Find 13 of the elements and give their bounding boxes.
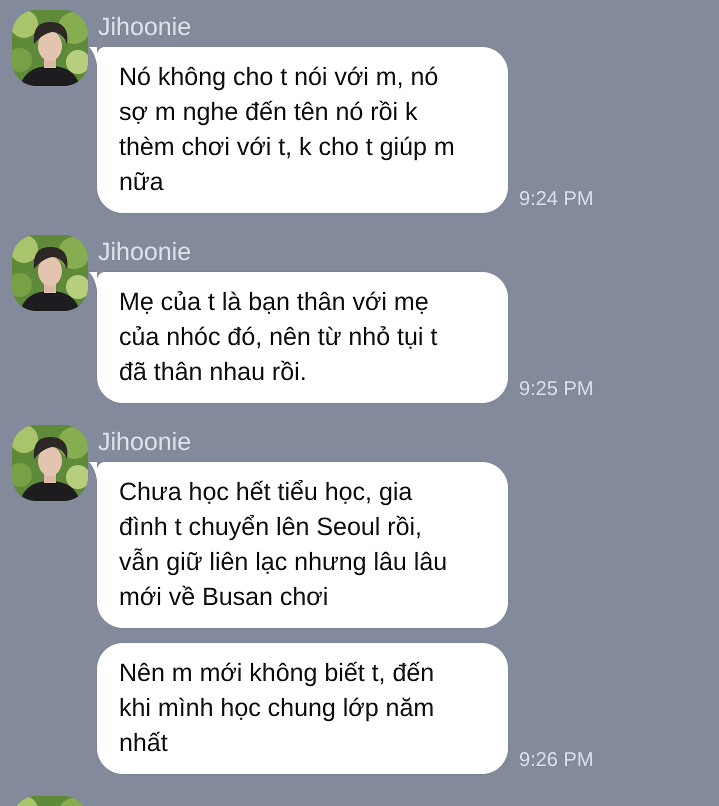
bubble-tail (89, 47, 97, 65)
message-bubble: Mẹ của t là bạn thân với mẹ của nhóc đó, nên từ nhỏ tụi t đã thân nhau rồi. (97, 272, 508, 403)
message-bubble: Nên m mới không biết t, đến khi mình học chung lớp năm nhất (97, 643, 508, 774)
message-bubble: Chưa học hết tiểu học, gia đình t chuyển lên Seoul rồi, vẫn giữ liên lạc nhưng lâu lâu mới về Busan chơi (97, 462, 508, 628)
sender-name: Jihoonie (98, 427, 192, 457)
message-time: 9:25 PM (519, 377, 594, 401)
message-time: 9:26 PM (519, 748, 594, 772)
message-bubble: Nó không cho t nói với m, nó sợ m nghe đến tên nó rồi k thèm chơi với t, k cho t giúp m nữa (97, 47, 508, 213)
sender-name: Jihoonie (98, 237, 192, 267)
bubble-tail (89, 272, 97, 290)
sender-name: Jihoonie (98, 12, 192, 42)
message-time: 9:24 PM (519, 187, 594, 211)
bubble-tail (89, 462, 97, 480)
